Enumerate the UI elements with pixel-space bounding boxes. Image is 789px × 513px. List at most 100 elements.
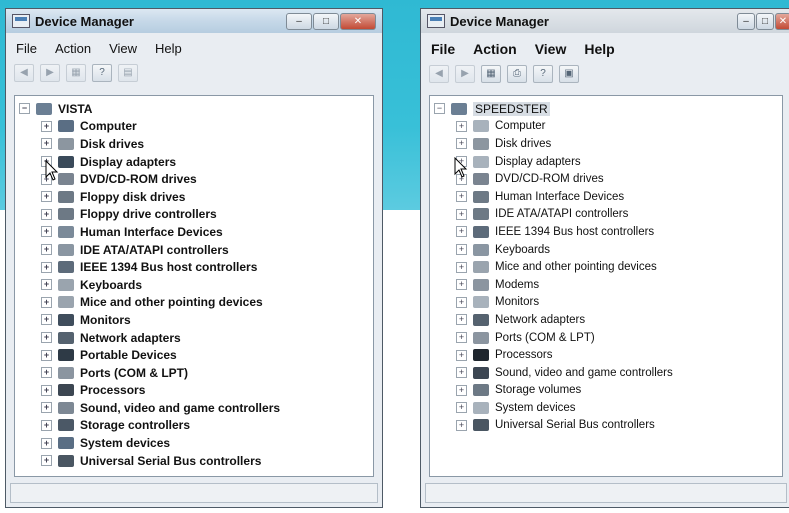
menu-action[interactable]: Action	[55, 41, 91, 56]
menu-view[interactable]: View	[109, 41, 137, 56]
expand-icon[interactable]: +	[41, 208, 52, 220]
device-category-item[interactable]: + Processors	[434, 346, 782, 364]
show-hidden-icon[interactable]: ▤	[118, 64, 138, 82]
device-category-item[interactable]: + Keyboards	[19, 276, 373, 294]
device-category-item[interactable]: + Storage controllers	[19, 417, 373, 435]
minimize-button[interactable]: –	[737, 12, 755, 30]
expand-icon[interactable]: +	[456, 208, 467, 220]
device-category-item[interactable]: + Disk drives	[434, 135, 782, 153]
expand-icon[interactable]: +	[41, 437, 52, 449]
title-bar[interactable]: Device Manager – □ ✕	[421, 9, 789, 33]
back-arrow-icon[interactable]: ◀	[14, 64, 34, 82]
device-category-item[interactable]: + Floppy drive controllers	[19, 206, 373, 224]
menu-view[interactable]: View	[535, 41, 567, 57]
device-category-item[interactable]: + Ports (COM & LPT)	[19, 364, 373, 382]
back-arrow-icon[interactable]: ◀	[429, 65, 449, 83]
device-category-item[interactable]: + Sound, video and game controllers	[19, 399, 373, 417]
expand-icon[interactable]: +	[41, 455, 52, 467]
device-category-item[interactable]: + Computer	[19, 118, 373, 136]
device-category-item[interactable]: + DVD/CD-ROM drives	[434, 170, 782, 188]
device-category-item[interactable]: + Mice and other pointing devices	[19, 294, 373, 312]
help-icon[interactable]: ?	[533, 65, 553, 83]
expand-icon[interactable]: +	[41, 367, 52, 379]
expand-icon[interactable]: +	[41, 332, 52, 344]
device-category-item[interactable]: + IEEE 1394 Bus host controllers	[19, 258, 373, 276]
expand-icon[interactable]: +	[456, 226, 467, 238]
device-category-item[interactable]: + IDE ATA/ATAPI controllers	[19, 241, 373, 259]
expand-icon[interactable]: +	[41, 314, 52, 326]
menu-file[interactable]: File	[431, 41, 455, 57]
expand-icon[interactable]: +	[456, 261, 467, 273]
device-category-item[interactable]: + IDE ATA/ATAPI controllers	[434, 206, 782, 224]
expand-icon[interactable]: +	[456, 349, 467, 361]
expand-icon[interactable]: +	[456, 402, 467, 414]
tree-root[interactable]: − SPEEDSTER	[434, 100, 782, 118]
expand-icon[interactable]: +	[456, 314, 467, 326]
device-category-item[interactable]: + Ports (COM & LPT)	[434, 329, 782, 347]
device-category-item[interactable]: + Mice and other pointing devices	[434, 258, 782, 276]
expand-icon[interactable]: +	[456, 191, 467, 203]
collapse-icon[interactable]: −	[19, 103, 30, 115]
device-category-item[interactable]: + Monitors	[434, 294, 782, 312]
device-category-item[interactable]: + Modems	[434, 276, 782, 294]
expand-icon[interactable]: +	[41, 419, 52, 431]
menu-help[interactable]: Help	[584, 41, 614, 57]
device-category-item[interactable]: + Human Interface Devices	[434, 188, 782, 206]
expand-icon[interactable]: +	[456, 332, 467, 344]
device-category-item[interactable]: + Floppy disk drives	[19, 188, 373, 206]
properties-icon[interactable]: ▦	[481, 65, 501, 83]
device-category-item[interactable]: + DVD/CD-ROM drives	[19, 170, 373, 188]
expand-icon[interactable]: +	[456, 384, 467, 396]
device-category-item[interactable]: + IEEE 1394 Bus host controllers	[434, 223, 782, 241]
maximize-button[interactable]: □	[313, 12, 339, 30]
expand-icon[interactable]: +	[456, 120, 467, 132]
properties-icon[interactable]: ▦	[66, 64, 86, 82]
print-icon[interactable]: ⎙	[507, 65, 527, 83]
device-category-item[interactable]: + System devices	[19, 434, 373, 452]
expand-icon[interactable]: +	[41, 279, 52, 291]
minimize-button[interactable]: –	[286, 12, 312, 30]
expand-icon[interactable]: +	[456, 367, 467, 379]
expand-icon[interactable]: +	[41, 120, 52, 132]
expand-icon[interactable]: +	[41, 349, 52, 361]
help-icon[interactable]: ?	[92, 64, 112, 82]
tree-root[interactable]: − VISTA	[19, 100, 373, 118]
device-category-item[interactable]: + Keyboards	[434, 241, 782, 259]
forward-arrow-icon[interactable]: ▶	[40, 64, 60, 82]
device-category-item[interactable]: + System devices	[434, 399, 782, 417]
menu-help[interactable]: Help	[155, 41, 182, 56]
title-bar[interactable]: Device Manager – □ ✕	[6, 9, 382, 33]
collapse-icon[interactable]: −	[434, 103, 445, 115]
expand-icon[interactable]: +	[41, 296, 52, 308]
maximize-button[interactable]: □	[756, 12, 774, 30]
device-category-item[interactable]: + Human Interface Devices	[19, 223, 373, 241]
device-category-item[interactable]: + Network adapters	[434, 311, 782, 329]
device-category-item[interactable]: + Universal Serial Bus controllers	[434, 417, 782, 435]
device-category-item[interactable]: + Portable Devices	[19, 346, 373, 364]
device-category-item[interactable]: + Disk drives	[19, 135, 373, 153]
expand-icon[interactable]: +	[456, 279, 467, 291]
device-category-item[interactable]: + Computer	[434, 118, 782, 136]
expand-icon[interactable]: +	[41, 226, 52, 238]
menu-file[interactable]: File	[16, 41, 37, 56]
device-category-item[interactable]: + Network adapters	[19, 329, 373, 347]
close-button[interactable]: ✕	[340, 12, 376, 30]
menu-action[interactable]: Action	[473, 41, 517, 57]
expand-icon[interactable]: +	[41, 402, 52, 414]
device-category-item[interactable]: + Storage volumes	[434, 382, 782, 400]
device-category-item[interactable]: + Processors	[19, 382, 373, 400]
expand-icon[interactable]: +	[41, 261, 52, 273]
expand-icon[interactable]: +	[41, 384, 52, 396]
device-category-item[interactable]: + Sound, video and game controllers	[434, 364, 782, 382]
expand-icon[interactable]: +	[456, 138, 467, 150]
expand-icon[interactable]: +	[456, 296, 467, 308]
expand-icon[interactable]: +	[456, 244, 467, 256]
expand-icon[interactable]: +	[456, 419, 467, 431]
device-category-item[interactable]: + Universal Serial Bus controllers	[19, 452, 373, 470]
forward-arrow-icon[interactable]: ▶	[455, 65, 475, 83]
device-category-item[interactable]: + Monitors	[19, 311, 373, 329]
expand-icon[interactable]: +	[41, 138, 52, 150]
device-category-item[interactable]: +Display adapters	[19, 153, 373, 171]
scan-hardware-icon[interactable]: ▣	[559, 65, 579, 83]
expand-icon[interactable]: +	[41, 244, 52, 256]
